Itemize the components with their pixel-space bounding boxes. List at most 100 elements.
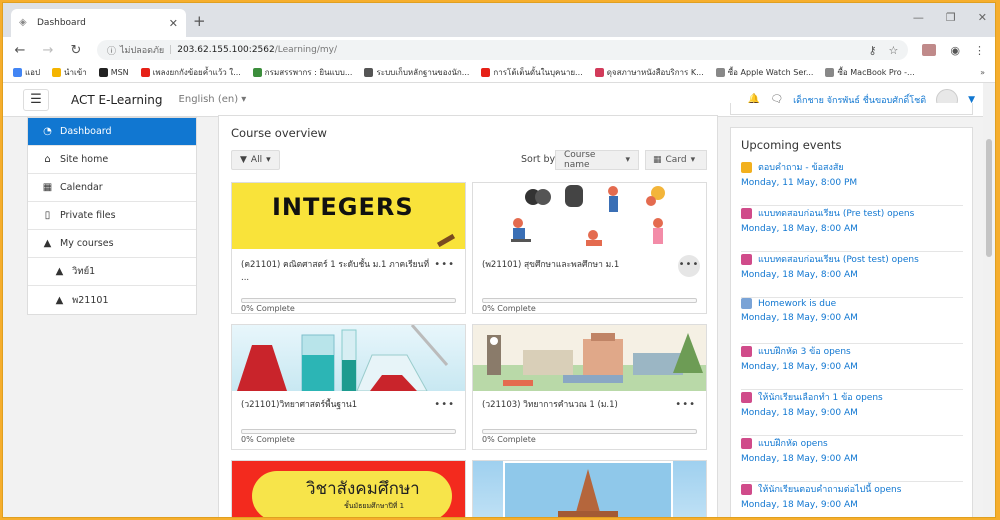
scrollbar-thumb[interactable]: [986, 139, 992, 257]
bookmark-item[interactable]: นำเข้า: [52, 66, 87, 79]
event-date[interactable]: Monday, 18 May, 9:00 AM: [741, 500, 963, 510]
back-icon[interactable]: ←: [13, 43, 27, 58]
view-value: Card: [665, 155, 687, 165]
menu-kebab-icon[interactable]: ⋮: [974, 44, 985, 57]
event-type-icon: [741, 437, 752, 449]
course-card[interactable]: INTEGERS (ค21101) คณิตศาสตร์ 1 ระดับชั้น…: [231, 182, 466, 314]
hamburger-menu-icon[interactable]: ☰: [23, 88, 49, 111]
course-name[interactable]: (ว21103) วิทยาการคำนวณ 1 (ม.1): [482, 399, 677, 412]
leftnav-item[interactable]: ◔ Dashboard: [28, 118, 196, 146]
event-date[interactable]: Monday, 18 May, 9:00 AM: [741, 408, 963, 418]
leftnav-item[interactable]: ▲ My courses: [28, 230, 196, 258]
event-title[interactable]: แบบทดสอบก่อนเรียน (Post test) opens: [758, 252, 919, 266]
left-navigation: ◔ Dashboard ⌂ Site home ▦ Calendar ▯ Private fi…: [27, 117, 197, 315]
course-name[interactable]: (ค21101) คณิตศาสตร์ 1 ระดับชั้น ม.1 ภาคเ…: [241, 259, 436, 285]
event-title[interactable]: ให้นักเรียนตอบคำถามต่อไปนี้ opens: [758, 482, 901, 496]
calendar-icon: ▦: [42, 182, 53, 193]
event-type-icon: [741, 345, 752, 357]
bookmark-label: MSN: [110, 68, 129, 77]
new-tab-icon[interactable]: +: [193, 12, 206, 30]
event-item[interactable]: ตอบคำถาม - ข้อสงสัย Monday, 11 May, 8:00 …: [741, 160, 963, 206]
minimize-icon[interactable]: —: [913, 11, 924, 24]
chevron-down-icon: ▾: [266, 155, 271, 165]
bookmark-item[interactable]: ดุจสภาษาหนังสือบริการ K...: [594, 66, 704, 79]
event-date[interactable]: Monday, 18 May, 8:00 AM: [741, 270, 963, 280]
leftnav-item[interactable]: ⌂ Site home: [28, 146, 196, 174]
progress-bar: [482, 298, 697, 303]
view-dropdown[interactable]: ▦ Card ▾: [645, 150, 707, 170]
event-item[interactable]: ให้นักเรียนเลือกทำ 1 ข้อ opens Monday, 18…: [741, 390, 963, 436]
event-type-icon: [741, 161, 752, 173]
graduation-cap-icon: ▲: [43, 238, 52, 249]
moodle-favicon-icon: ◈: [19, 17, 27, 28]
bookmark-item[interactable]: ซื้อ MacBook Pro -...: [825, 66, 915, 79]
event-date[interactable]: Monday, 18 May, 8:00 AM: [741, 224, 963, 234]
event-item[interactable]: ให้นักเรียนตอบคำถามต่อไปนี้ opens Monday,…: [741, 482, 963, 517]
more-bookmarks-icon[interactable]: »: [980, 68, 985, 77]
reload-icon[interactable]: ↻: [69, 43, 83, 58]
event-item[interactable]: แบบฝึกหัด 3 ข้อ opens Monday, 18 May, 9:0…: [741, 344, 963, 390]
bookmark-item[interactable]: กรมสรรพากร : ยินแบบ...: [252, 66, 352, 79]
leftnav-item[interactable]: ▦ Calendar: [28, 174, 196, 202]
event-date[interactable]: Monday, 18 May, 9:00 AM: [741, 313, 963, 323]
event-item[interactable]: แบบทดสอบก่อนเรียน (Pre test) opens Monday…: [741, 206, 963, 252]
event-title[interactable]: แบบทดสอบก่อนเรียน (Pre test) opens: [758, 206, 914, 220]
course-card[interactable]: (ว21101)วิทยาศาสตร์พื้นฐาน1 ••• 0% Compl…: [231, 324, 466, 450]
event-item[interactable]: แบบฝึกหัด opens Monday, 18 May, 9:00 AM: [741, 436, 963, 482]
course-name[interactable]: (ว21101)วิทยาศาสตร์พื้นฐาน1: [241, 399, 436, 412]
extension-icon[interactable]: [922, 44, 937, 56]
bookmark-item[interactable]: เพลงยกกังข้อยค้ำแว้ว ใ...: [140, 66, 241, 79]
course-options-icon[interactable]: •••: [678, 255, 700, 277]
close-window-icon[interactable]: ✕: [978, 11, 987, 24]
leftnav-item[interactable]: ▲ วิทย์1: [28, 258, 196, 286]
leftnav-label: Private files: [60, 210, 116, 221]
key-icon[interactable]: ⚷: [868, 44, 876, 57]
profile-icon[interactable]: ◉: [950, 44, 960, 57]
bookmark-label: ระบบเก็บหลักฐานของนัก...: [376, 68, 470, 77]
event-title[interactable]: Homework is due: [758, 299, 836, 309]
course-card[interactable]: (พ21101) สุขศึกษาและพลศึกษา ม.1 ••• 0% C…: [472, 182, 707, 314]
filter-label: All: [250, 155, 263, 165]
bookmark-item[interactable]: แอป: [13, 66, 40, 79]
event-item[interactable]: Homework is due Monday, 18 May, 9:00 AM: [741, 298, 963, 344]
course-options-icon[interactable]: •••: [675, 399, 696, 410]
bookmark-item[interactable]: MSN: [98, 68, 129, 77]
address-bar[interactable]: ⓘ ไม่ปลอดภัย | 203.62.155.100:2562/Learn…: [97, 40, 909, 60]
page-scrollbar[interactable]: [983, 83, 995, 517]
bookmark-item[interactable]: ระบบเก็บหลักฐานของนัก...: [364, 66, 469, 79]
browser-tab[interactable]: ◈ Dashboard ✕: [11, 9, 186, 37]
event-date[interactable]: Monday, 18 May, 9:00 AM: [741, 362, 963, 372]
sort-dropdown[interactable]: Course name ▾: [555, 150, 639, 170]
bookmark-icon: [13, 68, 22, 77]
event-date[interactable]: Monday, 11 May, 8:00 PM: [741, 178, 963, 188]
bookmark-star-icon[interactable]: ☆: [889, 44, 899, 57]
course-card[interactable]: วิชาสังคมศึกษา ชั้นมัธยมศึกษาปีที่ 1: [231, 460, 466, 517]
event-title[interactable]: แบบฝึกหัด opens: [758, 436, 828, 450]
event-date[interactable]: Monday, 18 May, 9:00 AM: [741, 454, 963, 464]
course-options-icon[interactable]: •••: [434, 259, 455, 270]
event-title[interactable]: แบบฝึกหัด 3 ข้อ opens: [758, 344, 851, 358]
forward-icon[interactable]: →: [41, 43, 55, 58]
bookmark-label: นำเข้า: [64, 68, 87, 77]
course-name[interactable]: (พ21101) สุขศึกษาและพลศึกษา ม.1: [482, 259, 677, 272]
browser-window: ◈ Dashboard ✕ + — ❐ ✕ ← → ↻ ⓘ ไม่ปลอดภัย…: [2, 2, 996, 518]
site-brand[interactable]: ACT E-Learning: [71, 93, 163, 107]
event-title[interactable]: ให้นักเรียนเลือกทำ 1 ข้อ opens: [758, 390, 883, 404]
course-image-fitness: [473, 183, 706, 249]
course-card[interactable]: [472, 460, 707, 517]
course-card[interactable]: (ว21103) วิทยาการคำนวณ 1 (ม.1) ••• 0% Co…: [472, 324, 707, 450]
bookmark-icon: [140, 68, 150, 77]
leftnav-item[interactable]: ▯ Private files: [28, 202, 196, 230]
language-selector[interactable]: English (en) ▾: [179, 94, 247, 105]
maximize-icon[interactable]: ❐: [946, 11, 956, 24]
event-item[interactable]: แบบทดสอบก่อนเรียน (Post test) opens Monda…: [741, 252, 963, 298]
event-title[interactable]: ตอบคำถาม - ข้อสงสัย: [758, 160, 844, 174]
bookmark-item[interactable]: ซื้อ Apple Watch Ser...: [715, 66, 813, 79]
bookmark-item[interactable]: การโต้เต็นดั้นในบุคนาย...: [481, 66, 583, 79]
course-options-icon[interactable]: •••: [434, 399, 455, 410]
leftnav-item[interactable]: ▲ พ21101: [28, 286, 196, 314]
info-icon[interactable]: ⓘ: [107, 44, 116, 57]
filter-dropdown[interactable]: ▼ All ▾: [231, 150, 280, 170]
close-tab-icon[interactable]: ✕: [169, 17, 178, 30]
card-view-icon: ▦: [653, 155, 662, 165]
